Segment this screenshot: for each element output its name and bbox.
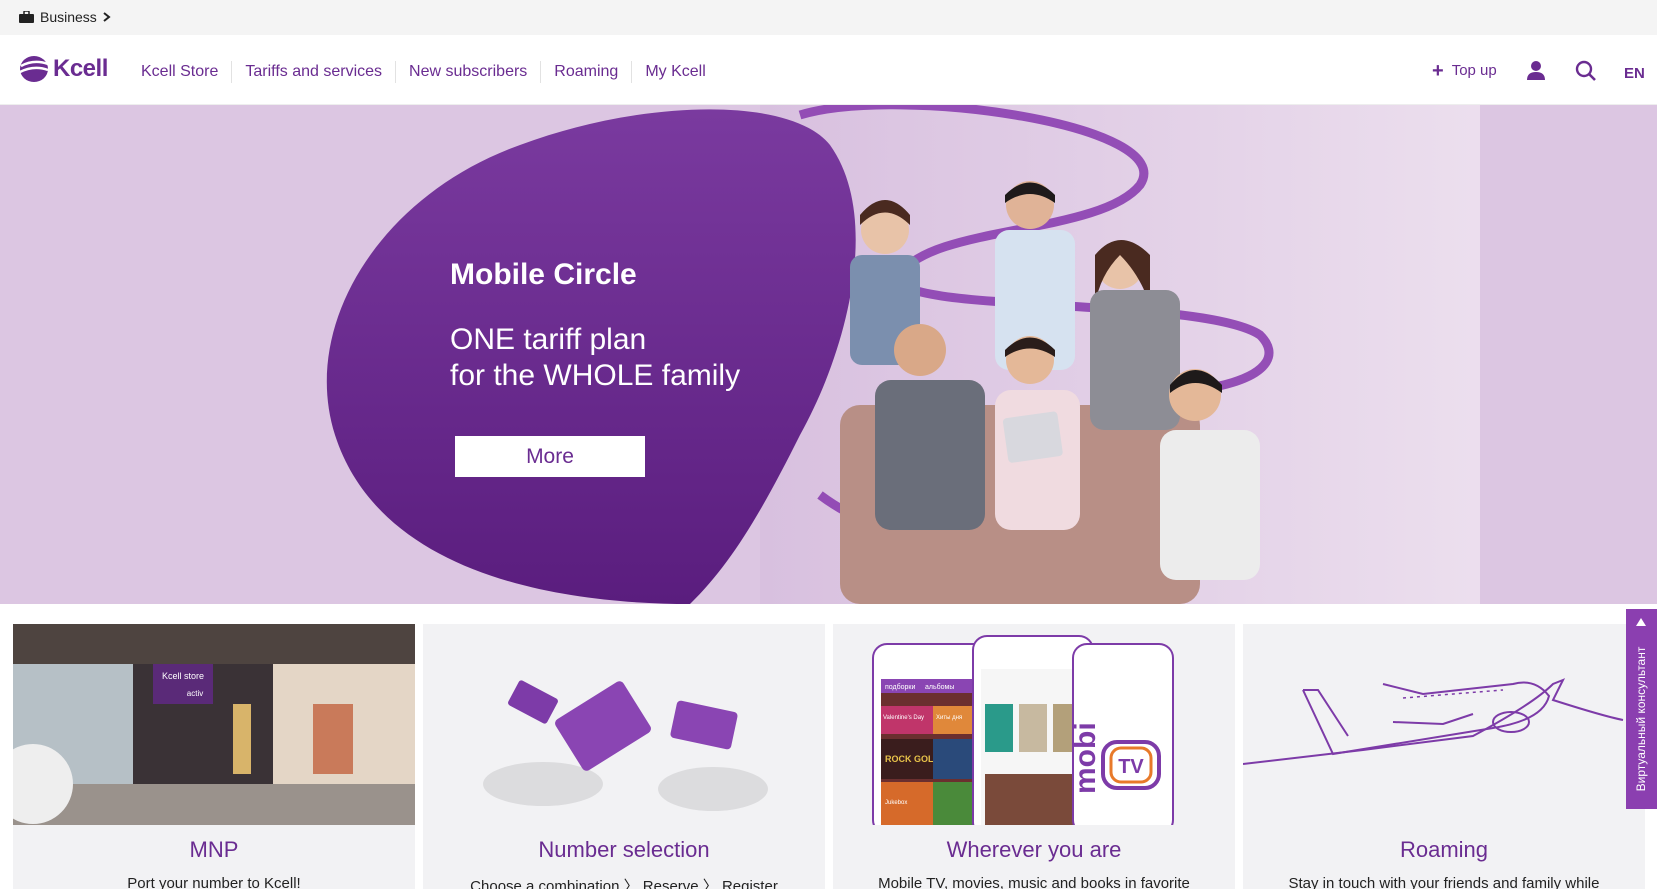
hero-line-1: ONE tariff plan [450, 323, 647, 356]
chevron-right-icon [103, 9, 111, 25]
card-title: Number selection [538, 837, 710, 862]
hero-illustration [0, 105, 1657, 604]
language-switch[interactable]: EN [1624, 65, 1645, 82]
nav-tariffs-and-services[interactable]: Tariffs and services [231, 61, 395, 83]
svg-text:Jukebox: Jukebox [885, 800, 907, 806]
card-number-selection[interactable]: Number selection Choose a combination 〉 … [423, 624, 825, 889]
sim-cards-image [423, 624, 825, 825]
card-title: Wherever you are [946, 837, 1122, 862]
card-title: MNP [189, 837, 239, 862]
kcell-logo-icon [19, 56, 49, 82]
card-description: Mobile TV, movies, music and books in fa… [878, 875, 1190, 889]
plus-icon: + [1432, 59, 1444, 82]
hero-line-2: for the WHOLE family [450, 359, 741, 392]
card-roaming[interactable]: Roaming Stay in touch with your friends … [1243, 624, 1645, 889]
hero-title: Mobile Circle [450, 258, 637, 291]
card-description: Stay in touch with your friends and fami… [1288, 875, 1600, 889]
svg-text:TV: TV [1118, 756, 1144, 778]
svg-text:Хиты дня: Хиты дня [936, 715, 962, 721]
kcell-logo[interactable]: Kcell [18, 53, 108, 85]
nav-roaming[interactable]: Roaming [540, 61, 631, 83]
card-wherever-you-are[interactable]: подборки альбомы Valentine's Day Хиты дн… [833, 624, 1235, 889]
svg-text:Valentine's Day: Valentine's Day [883, 715, 924, 721]
nav-new-subscribers[interactable]: New subscribers [395, 61, 540, 83]
nav-my-kcell[interactable]: My Kcell [631, 61, 718, 83]
store-photo: Kcell store activ [13, 624, 415, 825]
top-up-label: Top up [1451, 62, 1497, 79]
svg-text:mobi: mobi [1069, 722, 1102, 794]
business-link[interactable]: Business [19, 9, 111, 25]
svg-text:ROCK GOLD: ROCK GOLD [885, 754, 940, 764]
svg-text:подборки: подборки [885, 683, 915, 691]
hero-banner: Mobile Circle ONE tariff plan for the WH… [0, 105, 1657, 604]
mobile-tv-image: подборки альбомы Valentine's Day Хиты дн… [833, 624, 1235, 825]
main-nav: Kcell Store Tariffs and services New sub… [128, 61, 719, 83]
business-bar: Business [0, 0, 1657, 35]
hero-more-button[interactable]: More [455, 436, 645, 477]
hero-copy: Mobile Circle ONE tariff plan for the WH… [450, 258, 740, 394]
user-icon[interactable] [1524, 59, 1548, 83]
main-header: Kcell Kcell Store Tariffs and services N… [0, 35, 1657, 105]
briefcase-icon [19, 11, 34, 23]
nav-kcell-store[interactable]: Kcell Store [128, 61, 231, 83]
triangle-up-icon [1636, 618, 1646, 626]
business-label: Business [40, 9, 97, 25]
virtual-consultant-label: Виртуальный консультант [1634, 646, 1648, 792]
svg-text:альбомы: альбомы [925, 683, 954, 691]
card-description: Choose a combination 〉 Reserve 〉 Registe… [470, 878, 778, 889]
promo-cards: Kcell store activ MNP Port your number t… [13, 624, 1645, 889]
card-description: Port your number to Kcell! [127, 875, 301, 889]
search-icon[interactable] [1574, 59, 1598, 83]
virtual-consultant-tab[interactable]: Виртуальный консультант [1626, 609, 1657, 809]
svg-text:activ: activ [187, 689, 203, 698]
logo-wordmark: Kcell [53, 55, 108, 82]
airplane-icon [1243, 624, 1645, 825]
card-mnp[interactable]: Kcell store activ MNP Port your number t… [13, 624, 415, 889]
top-up-button[interactable]: + Top up [1432, 59, 1497, 82]
svg-text:Kcell store: Kcell store [162, 671, 204, 681]
card-title: Roaming [1399, 837, 1489, 862]
